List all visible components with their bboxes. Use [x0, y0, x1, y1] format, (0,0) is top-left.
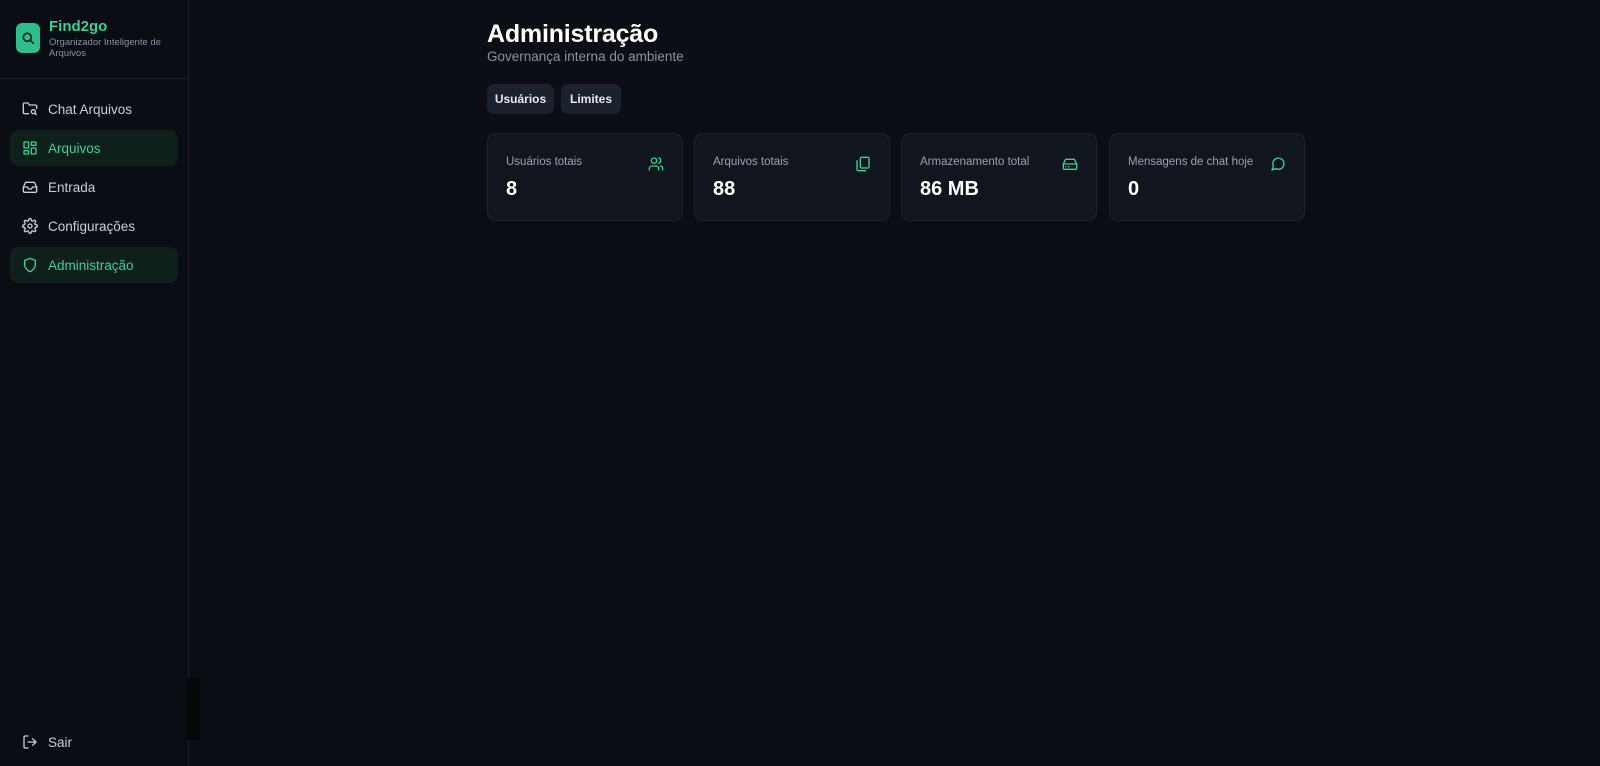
gear-icon [22, 218, 38, 234]
message-circle-icon [1270, 156, 1286, 172]
sidebar-item-administracao[interactable]: Administração [10, 247, 178, 283]
stat-value: 88 [713, 178, 736, 200]
stat-label: Arquivos totais [713, 156, 789, 168]
stat-value: 8 [506, 178, 518, 200]
stat-value: 0 [1128, 178, 1140, 200]
stat-card-mensagens: Mensagens de chat hoje 0 [1109, 133, 1305, 221]
page-subtitle: Governança interna do ambiente [487, 49, 684, 64]
stat-card-armazenamento: Armazenamento total 86 MB [901, 133, 1097, 221]
tab-limites[interactable]: Limites [561, 84, 621, 114]
stat-value: 86 MB [920, 178, 979, 200]
stat-label: Mensagens de chat hoje [1128, 156, 1254, 168]
folder-search-icon [22, 101, 38, 117]
stat-card-usuarios: Usuários totais 8 [487, 133, 683, 221]
inbox-icon [22, 179, 38, 195]
sidebar-item-label: Arquivos [48, 140, 101, 156]
files-icon [855, 156, 871, 172]
grid-icon [22, 140, 38, 156]
brand-name: Find2go [49, 18, 108, 35]
sidebar-item-label: Administração [48, 257, 134, 273]
sidebar-item-entrada[interactable]: Entrada [10, 169, 178, 205]
brand-subtitle: Organizador Inteligente de Arquivos [49, 37, 161, 59]
stat-label: Armazenamento total [920, 156, 1030, 168]
shield-icon [22, 257, 38, 273]
sidebar: Find2go Organizador Inteligente de Arqui… [0, 0, 189, 766]
tab-usuarios[interactable]: Usuários [487, 84, 554, 114]
logout-icon [22, 734, 38, 750]
logout-button[interactable]: Sair [10, 724, 178, 760]
search-icon [16, 23, 40, 53]
sidebar-item-label: Entrada [48, 179, 96, 195]
users-icon [648, 156, 664, 172]
brand-header: Find2go Organizador Inteligente de Arqui… [0, 0, 188, 79]
hard-drive-icon [1062, 156, 1078, 172]
app-window: Find2go Organizador Inteligente de Arqui… [0, 0, 1600, 766]
page-title: Administração [487, 20, 659, 48]
sidebar-resize-handle[interactable] [186, 678, 200, 740]
stat-card-arquivos: Arquivos totais 88 [694, 133, 890, 221]
sidebar-item-chat-arquivos[interactable]: Chat Arquivos [10, 91, 178, 127]
sidebar-item-label: Configurações [48, 218, 136, 234]
stat-label: Usuários totais [506, 156, 583, 168]
sidebar-item-configuracoes[interactable]: Configurações [10, 208, 178, 244]
logout-label: Sair [48, 734, 73, 750]
sidebar-item-arquivos[interactable]: Arquivos [10, 130, 178, 166]
sidebar-item-label: Chat Arquivos [48, 101, 133, 117]
